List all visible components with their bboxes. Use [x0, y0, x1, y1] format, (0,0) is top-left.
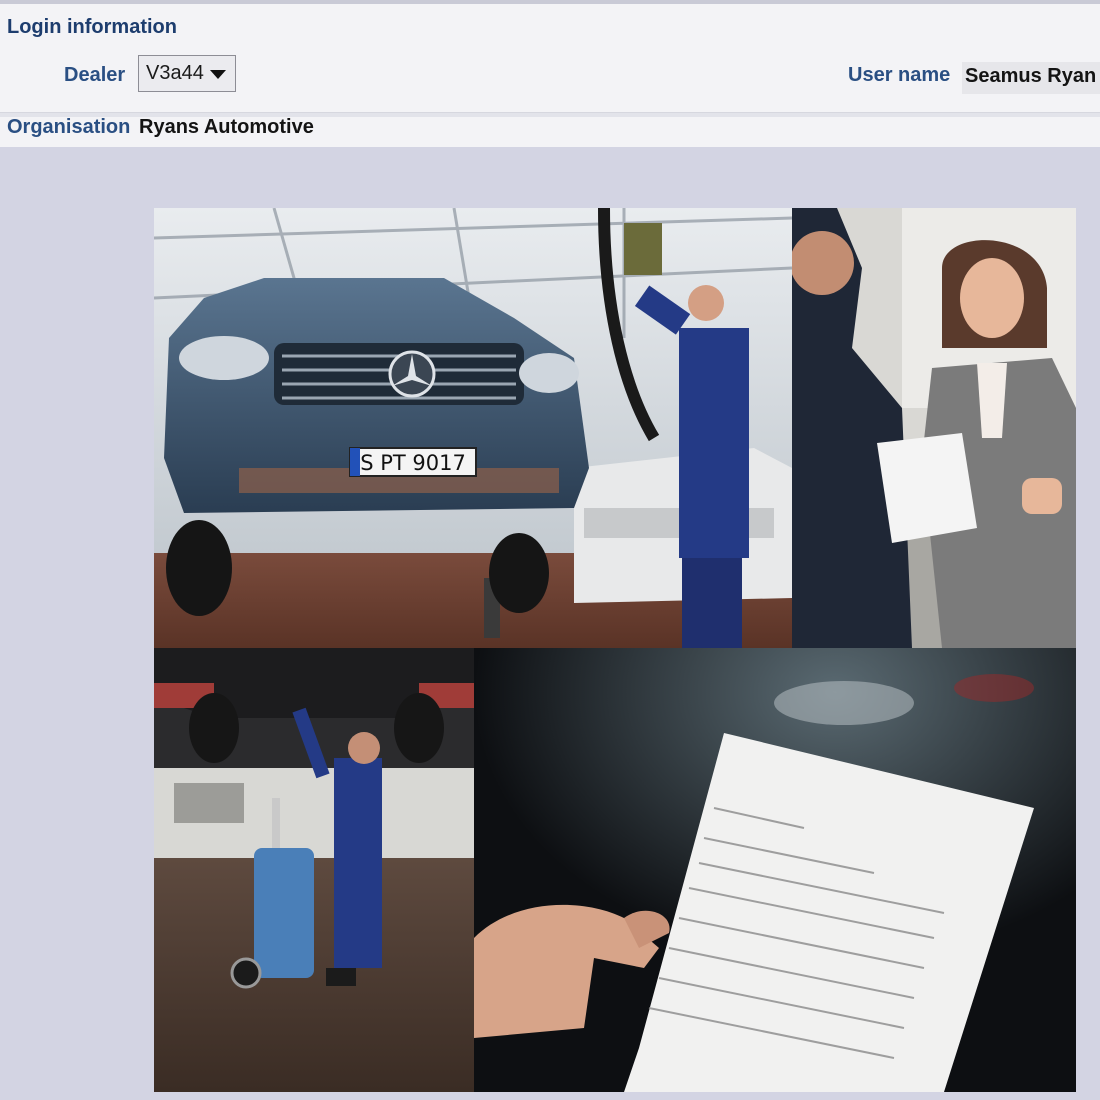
login-info-panel: Login information Dealer V3a44 User name… [0, 4, 1100, 147]
welcome-image-collage: S PT 9017 [154, 208, 1076, 1092]
dealer-dropdown[interactable]: V3a44 [138, 55, 236, 92]
organisation-label: Organisation [7, 116, 131, 138]
dealer-label: Dealer [64, 64, 126, 86]
photo-service-document [474, 648, 1076, 1092]
license-plate-text: S PT 9017 [360, 451, 466, 475]
section-title: Login information [7, 16, 177, 38]
photo-service-advisor [792, 208, 1076, 648]
chevron-down-icon [210, 70, 226, 79]
user-name-label: User name [848, 64, 951, 86]
photo-car-workshop: S PT 9017 [154, 208, 792, 648]
organisation-value: Ryans Automotive [139, 116, 314, 138]
photo-mechanic-underbody [154, 648, 474, 1092]
user-name-value: Seamus Ryan [965, 65, 1097, 87]
dealer-selected-value: V3a44 [146, 62, 204, 84]
